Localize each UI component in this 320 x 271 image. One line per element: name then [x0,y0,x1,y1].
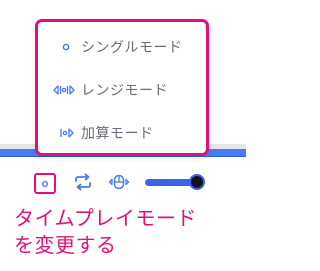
time-play-mode-button[interactable] [36,175,54,192]
timeline-bar-edge [0,156,246,157]
caption-line-1: タイムプレイモード [14,206,197,230]
time-play-mode-menu: シングルモード レンジモード 加算モード [35,19,209,156]
controller-button[interactable] [107,171,131,193]
menu-item-range-mode[interactable]: レンジモード [38,75,206,105]
gamepad-icon [108,172,130,192]
time-slider-thumb[interactable] [189,174,205,190]
range-icon [53,82,75,98]
caption-line-2: を変更する [14,233,117,257]
loop-icon [73,173,93,191]
loop-button[interactable] [72,172,94,192]
cumulative-icon [55,125,77,141]
instruction-caption: タイムプレイモード を変更する [14,205,242,259]
menu-item-cumulative-mode[interactable]: 加算モード [38,118,206,148]
menu-item-label: シングルモード [81,40,183,56]
single-dot-icon [55,39,77,55]
menu-item-label: レンジモード [81,83,168,99]
menu-item-single-mode[interactable]: シングルモード [38,32,206,62]
menu-item-label: 加算モード [81,126,154,142]
single-dot-icon [40,179,50,189]
